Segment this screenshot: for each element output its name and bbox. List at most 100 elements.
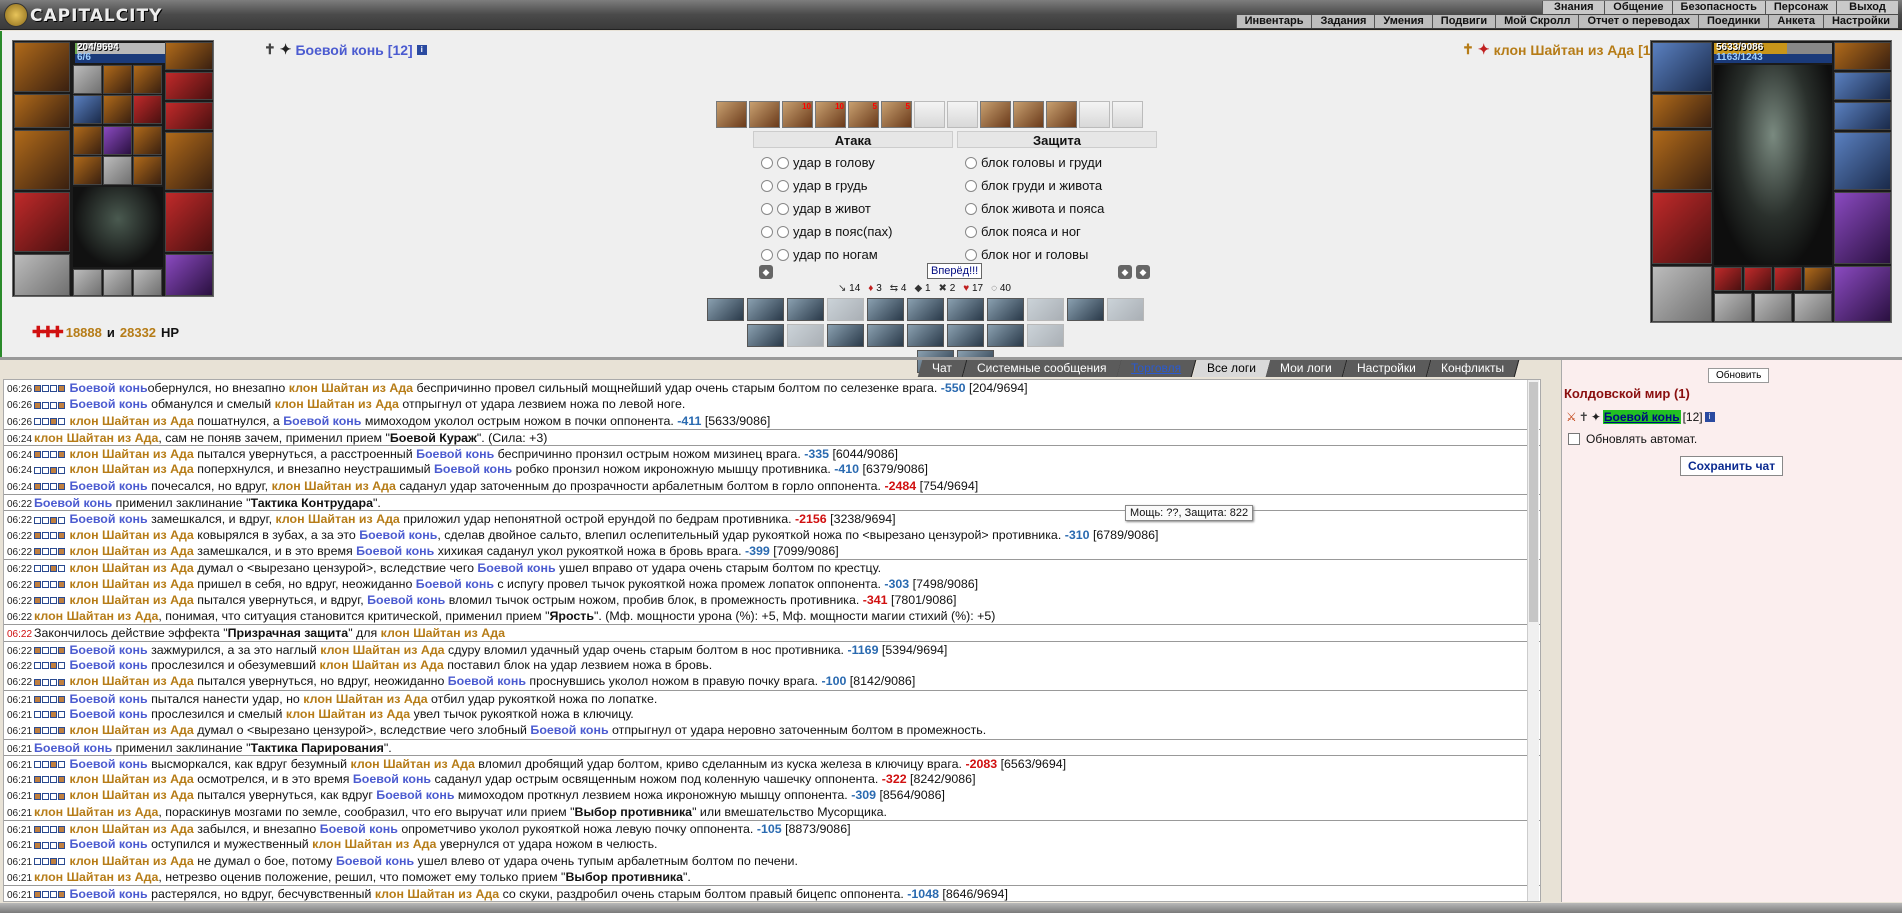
enemy-link[interactable]: клон Шайтан из Ада <box>34 431 158 445</box>
ability-slot[interactable] <box>867 324 904 347</box>
player-link[interactable]: Боевой конь <box>283 414 361 428</box>
defense-option[interactable]: блок ног и головы <box>957 243 1157 266</box>
inventory-slot[interactable] <box>133 155 162 185</box>
radio-button[interactable] <box>761 202 773 215</box>
submenu-item[interactable]: Подвиги <box>1431 15 1496 28</box>
defense-option[interactable]: блок пояса и ног <box>957 220 1157 243</box>
player-link[interactable]: Боевой конь <box>69 658 147 672</box>
helmet-slot[interactable] <box>14 42 70 92</box>
shield-icon[interactable]: ◆ <box>1118 265 1132 279</box>
menu-item[interactable]: Безопасность <box>1671 1 1765 14</box>
enemy-link[interactable]: клон Шайтан из Ада <box>69 788 193 802</box>
belt-slot[interactable] <box>14 254 70 296</box>
world-member[interactable]: ⚔ ✝ ✦ Боевой конь [12] i <box>1566 410 1715 424</box>
belt-slot[interactable] <box>1652 266 1712 322</box>
ability-slot[interactable] <box>947 298 984 321</box>
tab-2[interactable]: Системные сообщения <box>962 360 1122 377</box>
ability-slot[interactable] <box>987 324 1024 347</box>
player-link[interactable]: Боевой конь <box>69 397 147 411</box>
submenu-item[interactable]: Поединки <box>1697 15 1769 28</box>
info-icon[interactable]: i <box>1704 412 1715 422</box>
shield-slot[interactable] <box>1834 192 1891 264</box>
inventory-slot[interactable] <box>103 95 132 125</box>
attack-option[interactable]: удар в голову <box>753 151 953 174</box>
enemy-link[interactable]: клон Шайтан из Ада <box>69 414 193 428</box>
inventory-slot[interactable] <box>133 65 162 94</box>
enemy-link[interactable]: клон Шайтан из Ада <box>69 723 193 737</box>
enemy-link[interactable]: клон Шайтан из Ада <box>303 692 427 706</box>
auto-refresh[interactable]: Обновлять автомат. <box>1568 432 1697 446</box>
rune-slot[interactable] <box>1714 293 1752 322</box>
player-link[interactable]: Боевой конь <box>69 837 147 851</box>
player-link[interactable]: Боевой конь <box>367 593 445 607</box>
radio-button[interactable] <box>777 202 789 215</box>
menu-item[interactable]: Знания <box>1542 1 1605 14</box>
potion-slot[interactable] <box>1112 101 1143 128</box>
player-link[interactable]: Боевой конь <box>416 447 494 461</box>
scroll-thumb[interactable] <box>1529 382 1538 622</box>
enemy-link[interactable]: клон Шайтан из Ада <box>69 593 193 607</box>
bracers-slot[interactable] <box>1652 94 1712 128</box>
gloves-slot[interactable] <box>1834 132 1891 190</box>
inventory-slot[interactable] <box>73 125 102 155</box>
ability-slot[interactable] <box>987 298 1024 321</box>
player-link[interactable]: Боевой конь <box>69 381 147 395</box>
gloves-slot[interactable] <box>165 132 213 190</box>
player-link[interactable]: Боевой конь <box>376 788 454 802</box>
inventory-slot[interactable] <box>133 125 162 155</box>
enemy-link[interactable]: клон Шайтан из Ада <box>69 528 193 542</box>
inventory-slot[interactable] <box>133 95 162 125</box>
ability-slot[interactable] <box>1027 324 1064 347</box>
ability-slot[interactable] <box>1067 298 1104 321</box>
ring-slot[interactable] <box>1834 102 1891 130</box>
submenu-item[interactable]: Анкета <box>1768 15 1823 28</box>
ring-slot[interactable] <box>1774 267 1802 291</box>
defense-option[interactable]: блок живота и пояса <box>957 197 1157 220</box>
ability-slot[interactable] <box>827 324 864 347</box>
potion-slot[interactable] <box>1079 101 1110 128</box>
player-link[interactable]: Боевой конь <box>448 674 526 688</box>
potion-slot[interactable] <box>914 101 945 128</box>
player-link[interactable]: Боевой конь <box>416 577 494 591</box>
radio-button[interactable] <box>965 248 977 261</box>
radio-button[interactable] <box>761 156 773 169</box>
tab-1[interactable]: Чат <box>917 360 968 377</box>
inventory-slot[interactable] <box>103 125 132 155</box>
armor-slot[interactable] <box>14 192 70 252</box>
ability-slot[interactable] <box>747 298 784 321</box>
potion-slot[interactable]: 5 <box>848 101 879 128</box>
radio-button[interactable] <box>965 156 977 169</box>
radio-button[interactable] <box>761 179 773 192</box>
enemy-link[interactable]: клон Шайтан из Ада <box>69 561 193 575</box>
enemy-link[interactable]: клон Шайтан из Ада <box>375 887 499 901</box>
enemy-link[interactable]: клон Шайтан из Ада <box>351 757 475 771</box>
enemy-link[interactable]: клон Шайтан из Ада <box>312 837 436 851</box>
potion-slot[interactable] <box>947 101 978 128</box>
potion-slot[interactable] <box>1013 101 1044 128</box>
submenu-item[interactable]: Мой Скролл <box>1495 15 1579 28</box>
attack-option[interactable]: удар в грудь <box>753 174 953 197</box>
enemy-link[interactable]: клон Шайтан из Ада <box>34 609 158 623</box>
enemy-link[interactable]: клон Шайтан из Ада <box>69 674 193 688</box>
inventory-slot[interactable] <box>73 155 102 185</box>
player-link[interactable]: Боевой конь <box>34 741 112 755</box>
tab-6[interactable]: Настройки <box>1342 360 1432 377</box>
potion-slot[interactable]: 10 <box>815 101 846 128</box>
inventory-slot[interactable] <box>73 65 102 94</box>
enemy-link[interactable]: клон Шайтан из Ада <box>69 544 193 558</box>
player-link[interactable]: Боевой конь <box>320 822 398 836</box>
log-scrollbar[interactable] <box>1527 380 1539 901</box>
enemy-link[interactable]: клон Шайтан из Ада <box>275 397 399 411</box>
attack-option[interactable]: удар по ногам <box>753 243 953 266</box>
player-link[interactable]: Боевой конь <box>69 512 147 526</box>
boots-slot[interactable] <box>165 254 213 296</box>
player-link[interactable]: Боевой конь <box>69 757 147 771</box>
enemy-link[interactable]: клон Шайтан из Ада <box>34 870 158 884</box>
boots-slot[interactable] <box>1834 266 1891 322</box>
ability-slot[interactable] <box>867 298 904 321</box>
weapon-slot[interactable] <box>1652 130 1712 190</box>
submenu-item[interactable]: Задания <box>1311 15 1375 28</box>
amulet-slot[interactable] <box>165 42 213 70</box>
menu-item[interactable]: Персонаж <box>1764 1 1836 14</box>
rune-slot[interactable] <box>73 269 102 296</box>
